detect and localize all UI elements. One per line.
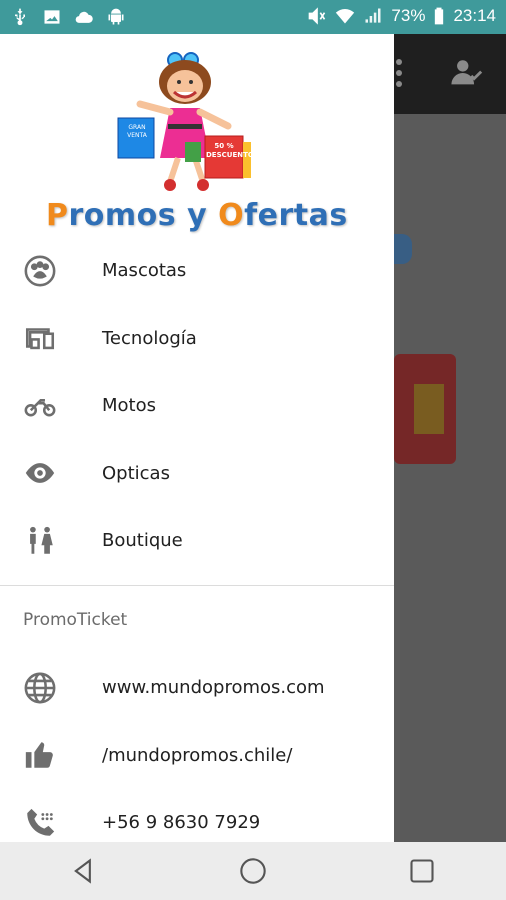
menu-item-phone[interactable]: +56 9 8630 7929 <box>0 789 394 842</box>
mute-icon <box>307 6 327 26</box>
menu-item-label: Boutique <box>102 530 183 552</box>
image-icon <box>42 7 62 27</box>
menu-item-label: Motos <box>102 395 156 417</box>
menu-item-facebook[interactable]: /mundopromos.chile/ <box>0 722 394 790</box>
status-bar: 73% 23:14 <box>0 0 506 34</box>
menu-item-label: Mascotas <box>102 260 187 282</box>
logo-badge-gran-venta: GRAN VENTA <box>127 124 147 139</box>
menu-item-mascotas[interactable]: Mascotas <box>0 237 394 305</box>
menu-item-website[interactable]: www.mundopromos.com <box>0 654 394 722</box>
logo-letter-o: O <box>218 198 245 233</box>
menu-item-label: +56 9 8630 7929 <box>102 812 261 834</box>
menu-item-label: www.mundopromos.com <box>102 677 325 699</box>
menu-item-tecnologia[interactable]: Tecnología <box>0 305 394 373</box>
menu-item-opticas[interactable]: Opticas <box>0 440 394 508</box>
background-app-scrim[interactable] <box>394 34 506 842</box>
home-icon <box>240 858 266 884</box>
section-title: PromoTicket <box>23 610 128 630</box>
back-button[interactable] <box>54 842 114 900</box>
battery-percent: 73% <box>391 6 426 25</box>
usb-icon <box>10 7 30 27</box>
thumb-up-icon <box>22 737 58 773</box>
logo-text-part-2: fertas <box>244 198 348 233</box>
menu-item-label: /mundopromos.chile/ <box>102 744 293 766</box>
status-left-icons <box>10 7 126 27</box>
back-icon <box>74 858 92 884</box>
category-menu: Mascotas Tecnología Motos Opticas Boutiq… <box>0 237 394 575</box>
clock: 23:14 <box>453 6 496 25</box>
overflow-icon <box>396 59 402 87</box>
menu-item-boutique[interactable]: Boutique <box>0 507 394 575</box>
eye-icon <box>22 455 58 491</box>
recents-button[interactable] <box>392 842 452 900</box>
background-toolbar <box>394 34 506 114</box>
menu-item-label: Tecnología <box>102 327 197 349</box>
android-icon <box>106 7 126 27</box>
navigation-drawer: GRAN VENTA 50 % DESCUENTO Promos y Ofert… <box>0 34 394 842</box>
person-check-icon <box>451 60 483 85</box>
menu-item-motos[interactable]: Motos <box>0 372 394 440</box>
logo-wordmark: Promos y Ofertas <box>46 198 348 233</box>
status-right: 73% 23:14 <box>307 6 496 26</box>
shopping-girl-illustration <box>117 52 251 191</box>
recents-icon <box>410 859 434 883</box>
logo-text-part: romos y <box>68 198 219 233</box>
logo-letter-p: P <box>46 198 69 233</box>
people-icon <box>22 523 58 559</box>
cloud-icon <box>74 7 94 27</box>
system-nav-bar <box>0 842 506 900</box>
app-logo: GRAN VENTA 50 % DESCUENTO Promos y Ofert… <box>40 52 347 242</box>
background-content <box>394 114 506 842</box>
menu-divider <box>0 585 394 586</box>
battery-icon <box>433 6 445 26</box>
signal-icon <box>363 6 383 26</box>
paw-icon <box>22 253 58 289</box>
home-button[interactable] <box>223 842 283 900</box>
contact-menu: www.mundopromos.com /mundopromos.chile/ … <box>0 654 394 842</box>
devices-icon <box>22 320 58 356</box>
background-logo-fragment <box>394 234 412 264</box>
motorcycle-icon <box>22 388 58 424</box>
globe-icon <box>22 670 58 706</box>
menu-item-label: Opticas <box>102 462 170 484</box>
phone-icon <box>22 805 58 841</box>
wifi-icon <box>335 6 355 26</box>
logo-badge-descuento: 50 % DESCUENTO <box>206 142 254 159</box>
background-bag-fragment-2 <box>414 384 444 434</box>
